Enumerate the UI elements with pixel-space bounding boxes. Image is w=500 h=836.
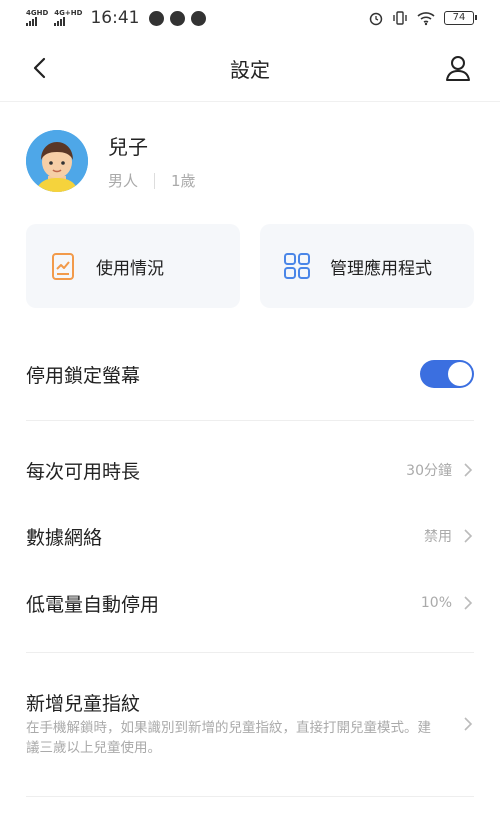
time-limit-value: 30分鐘 (406, 463, 452, 479)
manage-apps-card[interactable]: 管理應用程式 (260, 224, 474, 308)
back-arrow-icon[interactable] (28, 56, 52, 80)
status-right: 74 (368, 10, 477, 26)
network-type-1: 4GHD (26, 9, 49, 17)
alarm-icon (369, 12, 383, 26)
nav-bar: 設定 (0, 36, 500, 102)
child-profile[interactable]: 兒子 男人 1歲 (26, 130, 196, 192)
status-bar: 4GHD 4G+HD 16:41 74 (0, 0, 500, 36)
child-gender: 男人 (108, 172, 139, 190)
chevron-right-icon (464, 596, 473, 610)
battery-level: 74 (452, 12, 466, 23)
child-meta: 男人 1歲 (108, 170, 196, 191)
wifi-icon (417, 12, 435, 26)
wechat-icon (149, 10, 165, 26)
low-battery-row[interactable]: 低電量自動停用 10% (26, 585, 474, 621)
data-network-value: 禁用 (424, 529, 452, 545)
lock-screen-row: 停用鎖定螢幕 (26, 356, 474, 392)
time-limit-row[interactable]: 每次可用時長 30分鐘 (26, 452, 474, 488)
profile-info: 兒子 男人 1歲 (108, 131, 196, 191)
lock-screen-toggle[interactable] (420, 360, 474, 388)
face-notification-icon (191, 10, 207, 26)
usage-report-icon (52, 253, 74, 280)
time-limit-label: 每次可用時長 (26, 460, 141, 483)
avatar (26, 130, 88, 192)
chevron-right-icon (464, 463, 473, 477)
toggle-knob (448, 362, 472, 386)
app-grid-icon (284, 253, 310, 279)
app-notification-icon (170, 10, 186, 26)
divider (26, 796, 474, 797)
data-network-row[interactable]: 數據網絡 禁用 (26, 518, 474, 554)
network-type-2: 4G+HD (54, 9, 83, 17)
meta-divider (154, 172, 156, 189)
usage-card-label: 使用情況 (96, 258, 164, 279)
fingerprint-label: 新增兒童指紋 (26, 692, 141, 715)
page-title: 設定 (230, 58, 270, 82)
lock-screen-label: 停用鎖定螢幕 (26, 364, 141, 387)
low-battery-value: 10% (420, 595, 452, 611)
child-name: 兒子 (108, 135, 148, 159)
chevron-right-icon (464, 529, 473, 543)
signal-icon-2: 4G+HD (54, 10, 82, 26)
chevron-right-icon[interactable] (462, 716, 474, 732)
usage-card[interactable]: 使用情況 (26, 224, 240, 308)
status-time: 16:41 (90, 8, 140, 28)
divider (26, 652, 474, 653)
status-left: 4GHD 4G+HD 16:41 (26, 8, 207, 28)
child-avatar-icon (26, 130, 88, 192)
divider (26, 420, 474, 421)
battery-icon: 74 (444, 11, 477, 25)
data-network-label: 數據網絡 (26, 526, 103, 549)
manage-apps-card-label: 管理應用程式 (330, 258, 432, 279)
low-battery-label: 低電量自動停用 (26, 593, 160, 616)
signal-icon: 4GHD (26, 10, 48, 26)
child-age: 1歲 (171, 172, 196, 190)
fingerprint-description: 在手機解鎖時，如果識別到新增的兒童指紋，直接打開兒童模式。建議三歲以上兒童使用。 (26, 720, 431, 756)
user-profile-icon[interactable] (444, 54, 472, 82)
fingerprint-row[interactable]: 新增兒童指紋 (26, 686, 474, 718)
vibrate-icon (393, 11, 407, 25)
